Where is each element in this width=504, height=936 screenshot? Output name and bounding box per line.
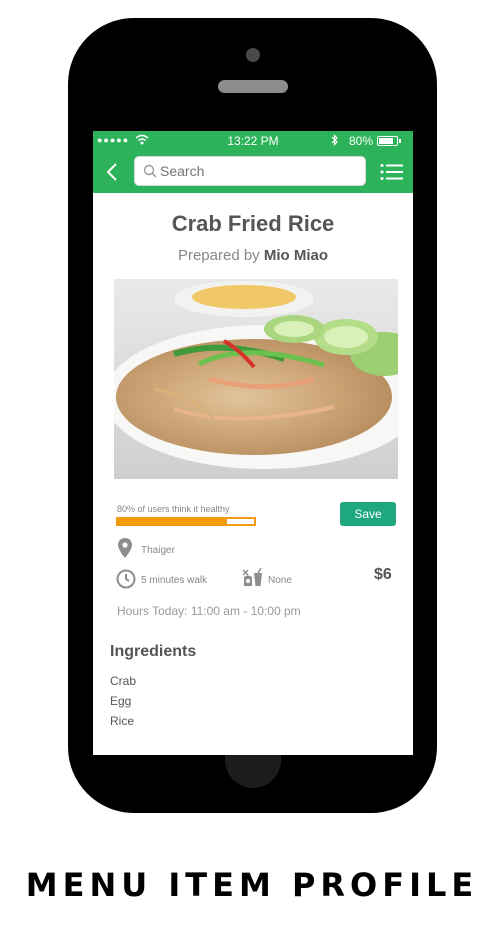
search-icon bbox=[143, 164, 157, 178]
dish-photo bbox=[114, 279, 398, 479]
page-caption: MENU ITEM PROFILE bbox=[25, 866, 479, 904]
phone-speaker bbox=[218, 80, 288, 93]
ingredients-list: Crab Egg Rice bbox=[110, 674, 136, 734]
battery-percent: 80% bbox=[349, 134, 374, 148]
health-rating-bar bbox=[116, 517, 256, 526]
hours-today: Hours Today: 11:00 am - 10:00 pm bbox=[117, 604, 301, 618]
battery-level bbox=[379, 138, 393, 144]
battery-icon bbox=[377, 136, 401, 146]
list-icon bbox=[380, 164, 403, 180]
clock-icon bbox=[116, 569, 136, 594]
ingredient-item: Egg bbox=[110, 694, 132, 708]
status-bar: ●●●●● 13:22 PM 80% bbox=[93, 131, 413, 151]
item-title: Crab Fried Rice bbox=[171, 211, 335, 236]
bluetooth-icon bbox=[331, 134, 339, 149]
chef-name[interactable]: Mio Miao bbox=[264, 247, 328, 264]
ingredients-heading: Ingredients bbox=[110, 643, 197, 660]
prepared-by: Prepared by Mio Miao bbox=[93, 247, 413, 264]
dietary-icon bbox=[242, 567, 264, 593]
back-button[interactable] bbox=[103, 161, 123, 183]
walk-distance: 5 minutes walk bbox=[141, 575, 208, 586]
nav-bar bbox=[93, 151, 413, 193]
search-box[interactable] bbox=[135, 157, 365, 185]
chevron-left-icon bbox=[106, 163, 117, 181]
search-input[interactable] bbox=[160, 161, 355, 181]
phone-camera bbox=[246, 48, 260, 62]
menu-button[interactable] bbox=[380, 163, 404, 181]
ingredient-item: Crab bbox=[110, 674, 137, 688]
restaurant-name[interactable]: Thaiger bbox=[141, 545, 175, 556]
health-rating-fill bbox=[118, 519, 227, 524]
ingredient-item: Rice bbox=[110, 714, 135, 728]
price: $6 bbox=[374, 566, 392, 583]
save-button[interactable]: Save bbox=[340, 502, 396, 526]
dietary-restrictions: None bbox=[268, 575, 292, 586]
health-rating-label: 80% of users think it healthy bbox=[117, 504, 230, 514]
phone-screen: ●●●●● 13:22 PM 80% Search Crab Fried Ric… bbox=[93, 131, 413, 755]
prepared-prefix: Prepared by bbox=[177, 247, 260, 264]
map-pin-icon bbox=[118, 538, 132, 563]
